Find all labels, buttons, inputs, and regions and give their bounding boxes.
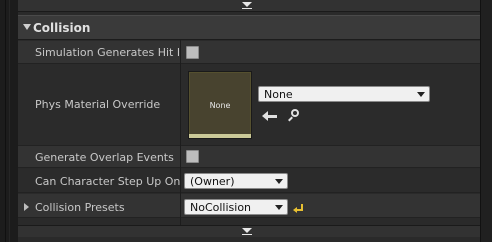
step-up-on-combo[interactable]: (Owner)	[184, 173, 288, 189]
details-panel: Collision Simulation Generates Hit Eve P…	[18, 0, 480, 242]
combo-value: NoCollision	[190, 201, 252, 214]
property-label: Simulation Generates Hit Eve	[35, 46, 179, 59]
property-label: Can Character Step Up On	[35, 175, 181, 188]
expand-down-icon[interactable]	[242, 228, 252, 235]
generate-overlap-events-checkbox[interactable]	[186, 150, 199, 163]
magnifier-handle	[288, 116, 293, 122]
reset-icon-tip	[293, 207, 297, 213]
column-divider[interactable]	[180, 40, 181, 225]
reset-to-default-icon[interactable]	[293, 203, 305, 213]
row-generate-overlap-events: Generate Overlap Events	[18, 146, 480, 168]
chevron-down-icon	[275, 179, 283, 184]
use-selected-asset-button[interactable]	[262, 107, 280, 123]
phys-material-combo[interactable]: None	[258, 86, 430, 102]
collapse-caret-icon[interactable]	[23, 24, 31, 30]
collapse-above-strip[interactable]	[18, 0, 480, 12]
thumbnail-label: None	[209, 101, 231, 110]
property-label: Phys Material Override	[35, 98, 161, 111]
outliner-gutter	[0, 0, 18, 242]
thumbnail-bar	[189, 134, 251, 138]
row-collision-presets: Collision Presets NoCollision	[18, 194, 480, 218]
expand-arrow-icon[interactable]	[24, 203, 29, 211]
category-title: Collision	[33, 21, 91, 35]
magnifier-icon	[291, 109, 299, 117]
property-label: Collision Presets	[35, 201, 125, 214]
gutter-line	[5, 0, 6, 242]
browse-asset-button[interactable]	[287, 108, 303, 124]
combo-value: (Owner)	[190, 175, 235, 188]
collision-category-header[interactable]: Collision	[18, 15, 480, 40]
collision-presets-combo[interactable]: NoCollision	[184, 199, 288, 215]
expand-down-icon[interactable]	[242, 2, 252, 9]
chevron-down-icon	[417, 92, 425, 97]
vertical-scrollbar[interactable]	[480, 0, 492, 242]
material-thumbnail[interactable]: None	[188, 71, 252, 139]
gutter-line	[9, 0, 10, 242]
collapse-below-strip[interactable]	[18, 225, 480, 237]
combo-value: None	[264, 88, 293, 101]
reset-icon-bar	[296, 209, 303, 211]
chevron-down-icon	[275, 205, 283, 210]
row-can-character-step-up-on: Can Character Step Up On (Owner)	[18, 169, 480, 193]
simulation-hit-events-checkbox[interactable]	[186, 46, 199, 59]
property-label: Generate Overlap Events	[35, 151, 174, 164]
left-arrow-icon	[262, 111, 277, 121]
row-simulation-generates-hit-events: Simulation Generates Hit Eve	[18, 41, 480, 64]
